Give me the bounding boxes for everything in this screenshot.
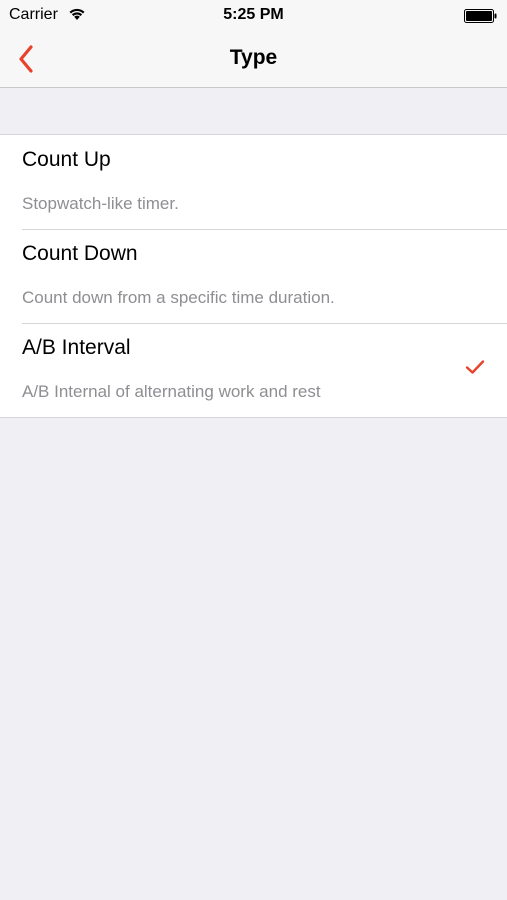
option-count-down[interactable]: Count Down Count down from a specific ti… xyxy=(0,229,507,323)
type-options-list: Count Up Stopwatch-like timer. Count Dow… xyxy=(0,134,507,418)
option-title: Count Down xyxy=(22,242,138,265)
option-subtitle: Stopwatch-like timer. xyxy=(22,194,179,213)
status-bar: Carrier 5:25 PM xyxy=(0,0,507,31)
navigation-bar: Type xyxy=(0,31,507,88)
battery-icon xyxy=(464,9,497,23)
status-time: 5:25 PM xyxy=(223,6,284,23)
option-subtitle: Count down from a specific time duration… xyxy=(22,288,335,307)
option-title: A/B Interval xyxy=(22,336,131,359)
option-count-up[interactable]: Count Up Stopwatch-like timer. xyxy=(0,135,507,229)
option-ab-interval[interactable]: A/B Interval A/B Internal of alternating… xyxy=(0,323,507,417)
page-title: Type xyxy=(229,46,278,69)
checkmark-icon xyxy=(465,360,485,374)
option-title: Count Up xyxy=(22,148,111,171)
option-subtitle: A/B Internal of alternating work and res… xyxy=(22,382,321,401)
